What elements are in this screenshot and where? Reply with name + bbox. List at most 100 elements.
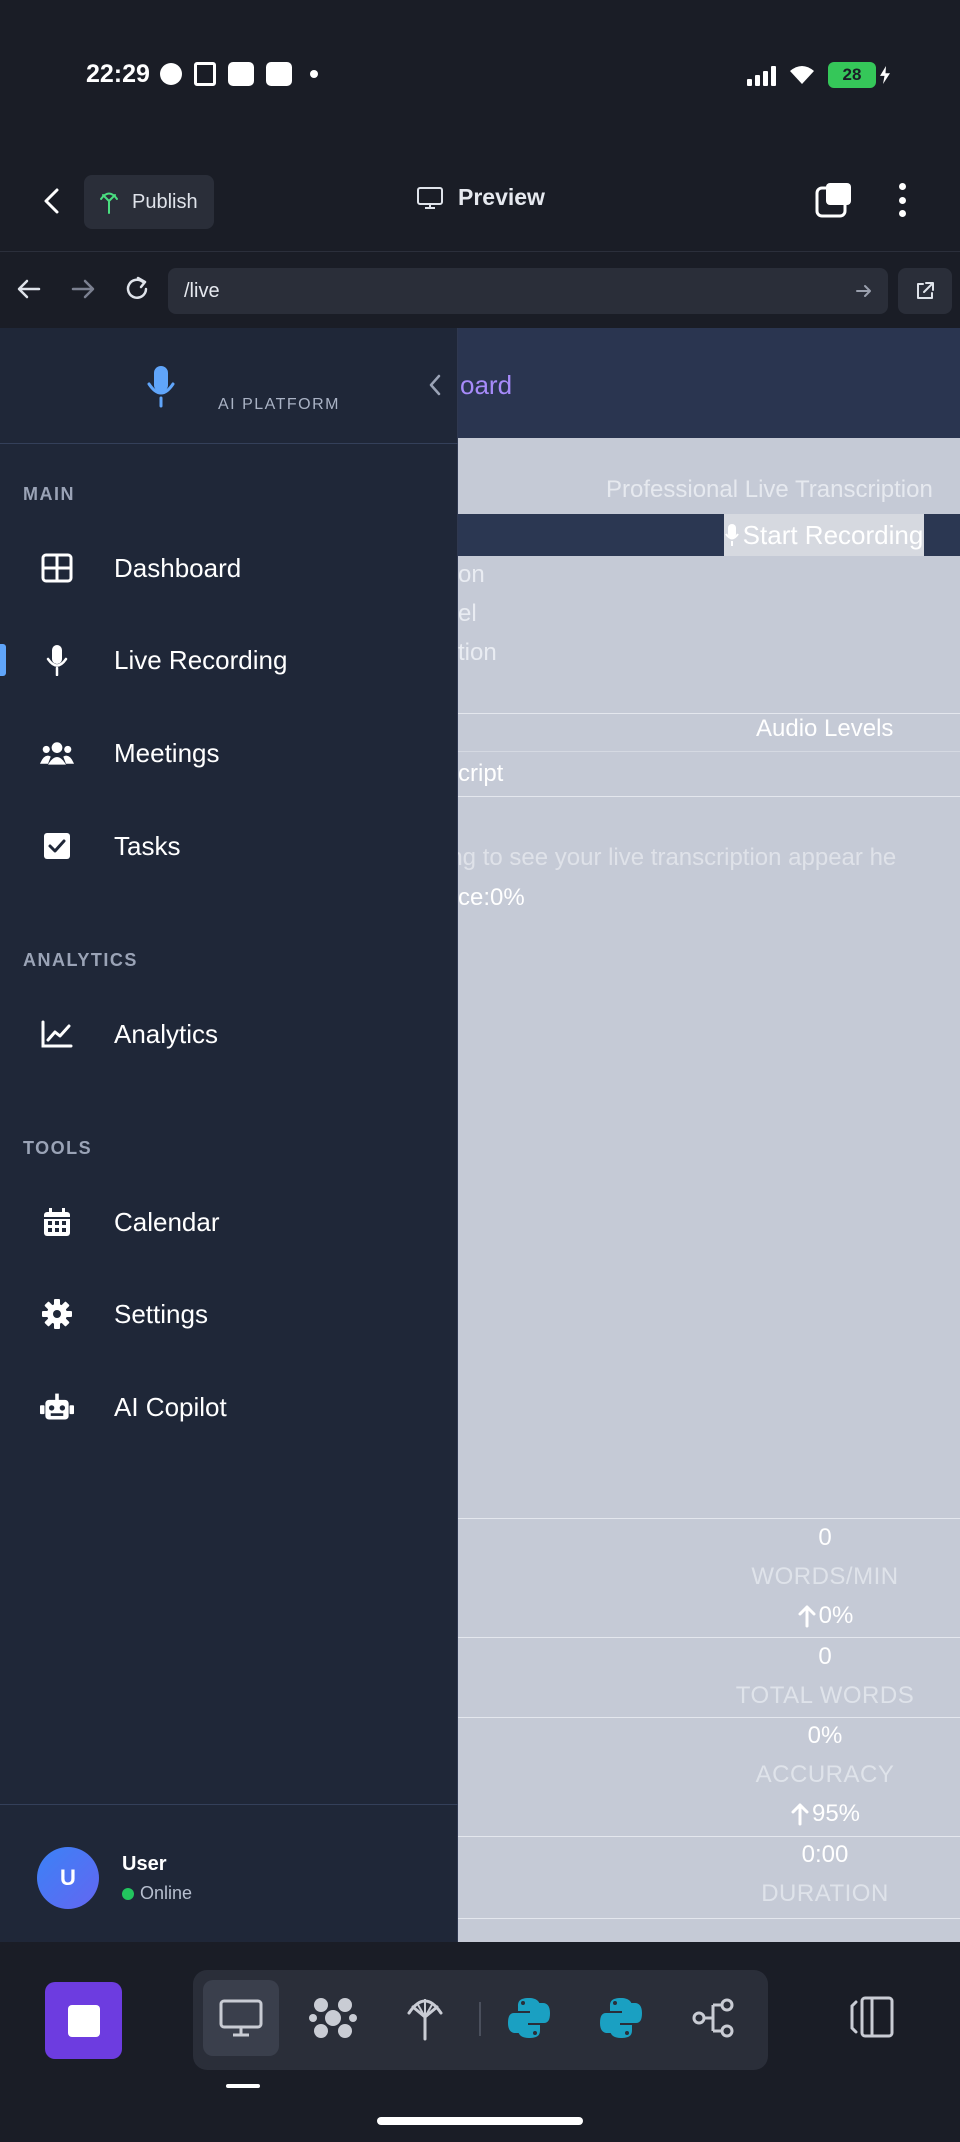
divider [458,1836,960,1837]
setting-line: tion [458,639,497,666]
reload-icon[interactable] [122,274,152,304]
microphone-logo-icon [147,366,175,408]
users-icon [40,736,74,770]
divider [458,751,960,752]
start-recording-button[interactable]: Start Recording [724,514,924,556]
arrow-up-icon [791,1803,809,1826]
desktop-view-tool[interactable] [203,1980,279,2056]
microphone-icon [40,643,74,677]
sidebar-item-tasks[interactable]: Tasks [0,806,458,886]
tabs-icon[interactable] [814,180,854,220]
clock: 22:29 [86,60,150,88]
divider [458,1918,960,1919]
preview-toggle[interactable]: Preview [416,184,545,211]
sidebar-item-label: Settings [114,1298,208,1329]
deploy-tool[interactable] [387,1980,463,2056]
sidebar-item-dashboard[interactable]: Dashboard [0,528,458,608]
sidebar-item-analytics[interactable]: Analytics [0,994,458,1074]
online-indicator [122,1887,134,1900]
total-words-value: 0 [818,1643,832,1670]
collapse-sidebar-icon[interactable] [426,372,444,398]
wifi-icon [790,66,814,84]
publish-icon [407,1999,443,2041]
external-link-icon [917,282,934,299]
workflow-tool[interactable] [675,1980,751,2056]
avatar: U [37,1847,99,1909]
arrow-up-icon [798,1605,816,1628]
active-tool-indicator [226,2084,260,2088]
preview-label: Preview [458,184,545,210]
sidebar-item-live-recording[interactable]: Live Recording [0,620,458,700]
battery-level: 28 [842,65,862,84]
monitor-icon [219,1999,263,2037]
sidebar-item-ai-copilot[interactable]: AI Copilot [0,1367,458,1447]
side-panel-icon[interactable] [848,1992,898,2042]
status-bar: 22:29 28 [0,0,960,150]
trend-value: 0% [818,1602,854,1629]
sidebar-item-meetings[interactable]: Meetings [0,713,458,793]
publish-button[interactable]: Publish [84,175,214,229]
monitor-icon [417,186,443,209]
divider [458,713,960,714]
sidebar-header: AI PLATFORM [0,328,458,444]
url-field[interactable]: /live [168,268,888,314]
gear-icon [40,1297,74,1331]
divider [458,796,960,797]
sidebar-item-label: Analytics [114,1018,219,1049]
branch-icon [692,1998,734,2038]
home-indicator[interactable] [377,2117,583,2125]
confidence-value: ce:0% [458,884,525,911]
more-options-button[interactable] [888,180,916,220]
sidebar-item-settings[interactable]: Settings [0,1274,458,1354]
divider [458,1518,960,1519]
divider [458,1717,960,1718]
python-tool[interactable] [491,1980,567,2056]
replit-agent-tool[interactable] [295,1980,371,2056]
user-status-text: Online [140,1883,193,1903]
app-bar: Publish Preview [0,150,960,252]
active-indicator [0,644,6,676]
signal-icon [747,64,776,86]
python-tool-2[interactable] [583,1980,659,2056]
browser-forward-icon[interactable] [68,274,98,304]
line-chart-icon [40,1017,74,1051]
divider [479,2002,481,2036]
agent-icon [309,1998,357,2038]
publish-icon [100,192,118,214]
stop-button[interactable] [45,1982,122,2059]
tool-group [193,1970,768,2070]
stop-icon [67,2004,100,2037]
go-icon[interactable] [854,281,874,301]
url-text: /live [184,280,220,302]
setting-line: on [458,561,485,588]
group-label-analytics: ANALYTICS [23,950,138,970]
words-per-min-label: WORDS/MIN [751,1563,899,1590]
bottom-toolbar [0,1942,960,2142]
duration-value: 0:00 [801,1841,849,1868]
sidebar-item-calendar[interactable]: Calendar [0,1182,458,1262]
grid-icon [40,551,74,585]
group-label-tools: TOOLS [23,1138,93,1158]
system-icons: 28 [747,62,876,88]
accuracy-trend: 95% [690,1800,960,1828]
accuracy-value: 0% [807,1722,843,1749]
divider [458,1637,960,1638]
sidebar-item-label: Calendar [114,1206,220,1237]
group-label-main: MAIN [23,484,75,504]
transcript-heading: cript [458,760,504,787]
setting-line: el [458,600,477,627]
open-external-button[interactable] [898,268,952,314]
accuracy-label: ACCURACY [755,1761,895,1788]
page-subtitle: Professional Live Transcription [606,476,933,503]
browser-back-icon[interactable] [14,274,44,304]
back-icon[interactable] [38,186,68,216]
page-header-title: oard [460,370,513,400]
youtube-icon [266,62,292,86]
publish-label: Publish [132,190,198,213]
user-panel[interactable]: U User Online [0,1804,458,1942]
z-app-icon [194,62,216,86]
browser-bar: /live [0,252,960,328]
total-words-label: TOTAL WORDS [735,1682,915,1709]
sidebar-item-label: Meetings [114,737,220,768]
words-per-min-value: 0 [818,1524,832,1551]
